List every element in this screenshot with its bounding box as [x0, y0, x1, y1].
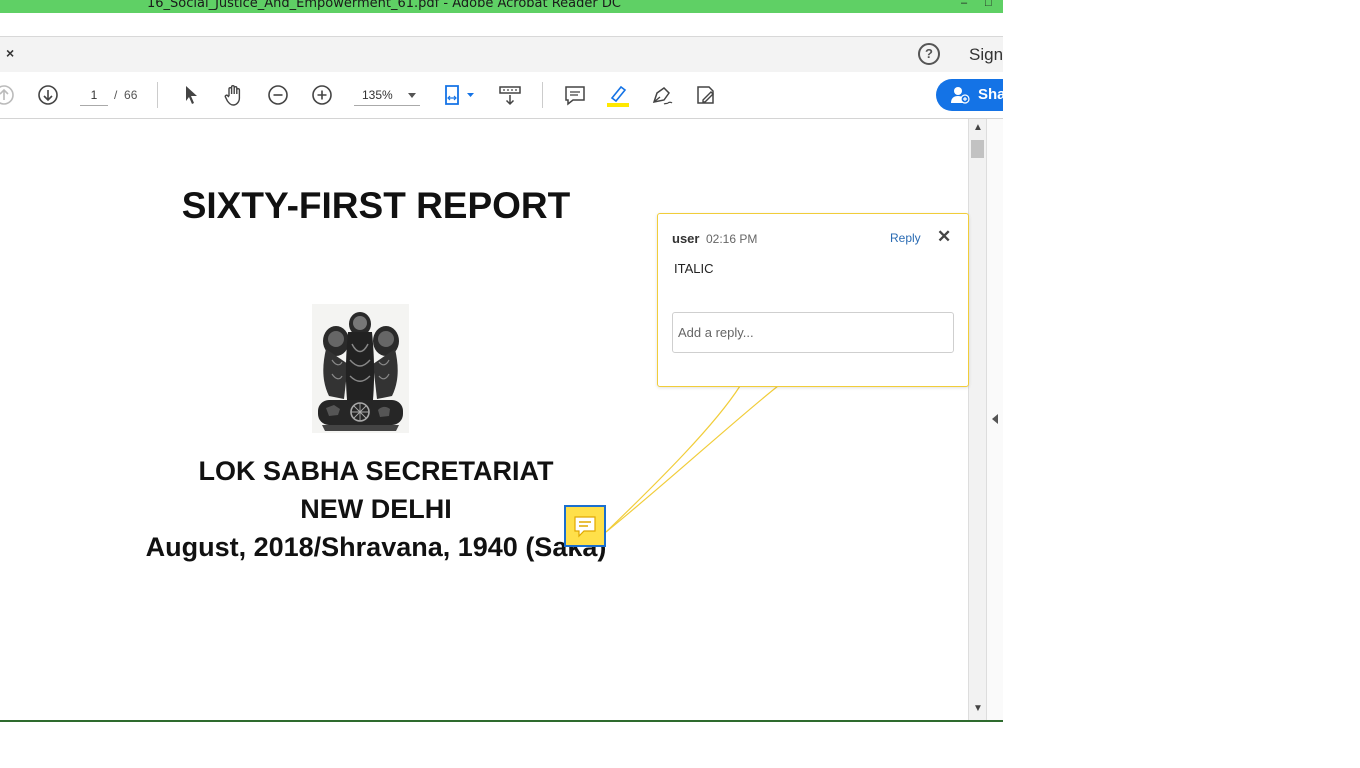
help-button[interactable]: ?	[918, 43, 940, 65]
close-tab-button[interactable]: ×	[6, 45, 14, 61]
sticky-note-icon[interactable]	[564, 505, 606, 547]
report-title: SIXTY-FIRST REPORT	[181, 185, 571, 226]
zoom-in-icon[interactable]	[310, 83, 334, 107]
next-page-icon[interactable]	[36, 83, 60, 107]
note-glyph-icon	[574, 516, 596, 538]
chevron-left-icon	[992, 414, 998, 424]
toolbar-divider	[542, 82, 543, 108]
hand-tool-icon[interactable]	[222, 83, 246, 107]
page-separator: /	[114, 88, 118, 102]
menu-bar: × ? Sign	[0, 36, 1003, 73]
reply-link[interactable]: Reply	[890, 231, 921, 245]
title-bar: 16_Social_Justice_And_Empowerment_61.pdf…	[0, 0, 1003, 13]
document-page[interactable]: SIXTY-FIRST REPORT LOK SABHA SECRETARIAT…	[0, 119, 968, 721]
window-bottom-border	[0, 720, 1003, 722]
zoom-select[interactable]: 135%	[354, 85, 420, 106]
vertical-scrollbar[interactable]: ▲ ▼	[968, 119, 987, 721]
zoom-out-icon[interactable]	[266, 83, 290, 107]
comment-time: 02:16 PM	[706, 232, 758, 246]
share-label: Sha	[978, 86, 1003, 103]
page-number-input[interactable]: 1	[80, 85, 108, 106]
reply-placeholder: Add a reply...	[678, 325, 754, 340]
right-pane-toggle[interactable]	[986, 119, 1003, 721]
national-emblem	[312, 304, 409, 433]
city-line: NEW DELHI	[300, 494, 452, 524]
draw-pen-icon[interactable]	[650, 83, 674, 107]
scroll-up-icon[interactable]: ▲	[973, 122, 983, 133]
comment-text: ITALIC	[674, 261, 714, 276]
toolbar: 1 / 66 135%	[0, 72, 1003, 119]
page-total: / 66	[114, 88, 137, 102]
secretariat-line: LOK SABHA SECRETARIAT	[198, 456, 554, 486]
select-cursor-icon[interactable]	[179, 83, 203, 107]
reply-input[interactable]: Add a reply...	[672, 312, 954, 353]
acrobat-window: 16_Social_Justice_And_Empowerment_61.pdf…	[0, 0, 1003, 722]
window-title: 16_Social_Justice_And_Empowerment_61.pdf…	[147, 0, 621, 11]
add-user-icon	[951, 87, 970, 104]
zoom-value: 135%	[362, 88, 393, 102]
sign-in-link[interactable]: Sign	[969, 45, 1003, 65]
minimize-button[interactable]: –	[961, 0, 967, 9]
comment-popup: user 02:16 PM Reply ✕ ITALIC Add a reply…	[657, 213, 969, 387]
previous-page-icon[interactable]	[0, 83, 16, 107]
date-line: August, 2018/Shravana, 1940 (Saka)	[145, 532, 607, 562]
fit-page-icon[interactable]	[442, 83, 476, 107]
highlighter-icon[interactable]	[606, 83, 630, 107]
comment-icon[interactable]	[563, 83, 587, 107]
close-comment-icon[interactable]: ✕	[937, 227, 951, 247]
tab-bar	[0, 13, 1003, 36]
edit-stamp-icon[interactable]	[694, 83, 718, 107]
maximize-button[interactable]: □	[985, 0, 992, 9]
scroll-thumb[interactable]	[971, 140, 984, 158]
toolbar-divider	[157, 82, 158, 108]
share-button[interactable]: Sha	[936, 79, 1003, 111]
comment-author: user	[672, 231, 700, 246]
chevron-down-icon	[408, 93, 416, 98]
scroll-down-icon[interactable]: ▼	[973, 703, 983, 714]
page-count: 66	[124, 88, 138, 102]
scroll-mode-icon[interactable]	[498, 83, 522, 107]
